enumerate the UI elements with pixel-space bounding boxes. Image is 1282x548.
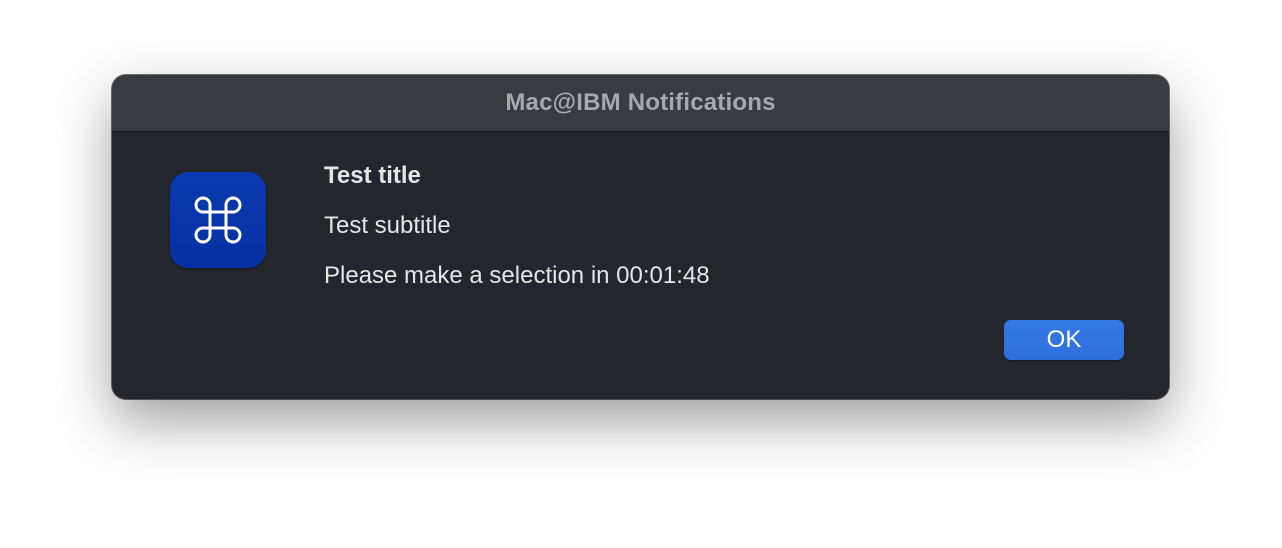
message-content: Test title Test subtitle Please make a s… <box>324 161 710 291</box>
message-countdown: Please make a selection in 00:01:48 <box>324 262 710 289</box>
window-title: Mac@IBM Notifications <box>505 89 776 116</box>
command-icon <box>194 196 242 244</box>
app-icon <box>170 172 266 268</box>
ok-button[interactable]: OK <box>1004 320 1124 360</box>
title-bar[interactable]: Mac@IBM Notifications <box>112 75 1169 132</box>
notification-window: Mac@IBM Notifications Test title Test su… <box>112 75 1169 399</box>
message-subtitle: Test subtitle <box>324 212 451 239</box>
message-title: Test title <box>324 162 421 189</box>
